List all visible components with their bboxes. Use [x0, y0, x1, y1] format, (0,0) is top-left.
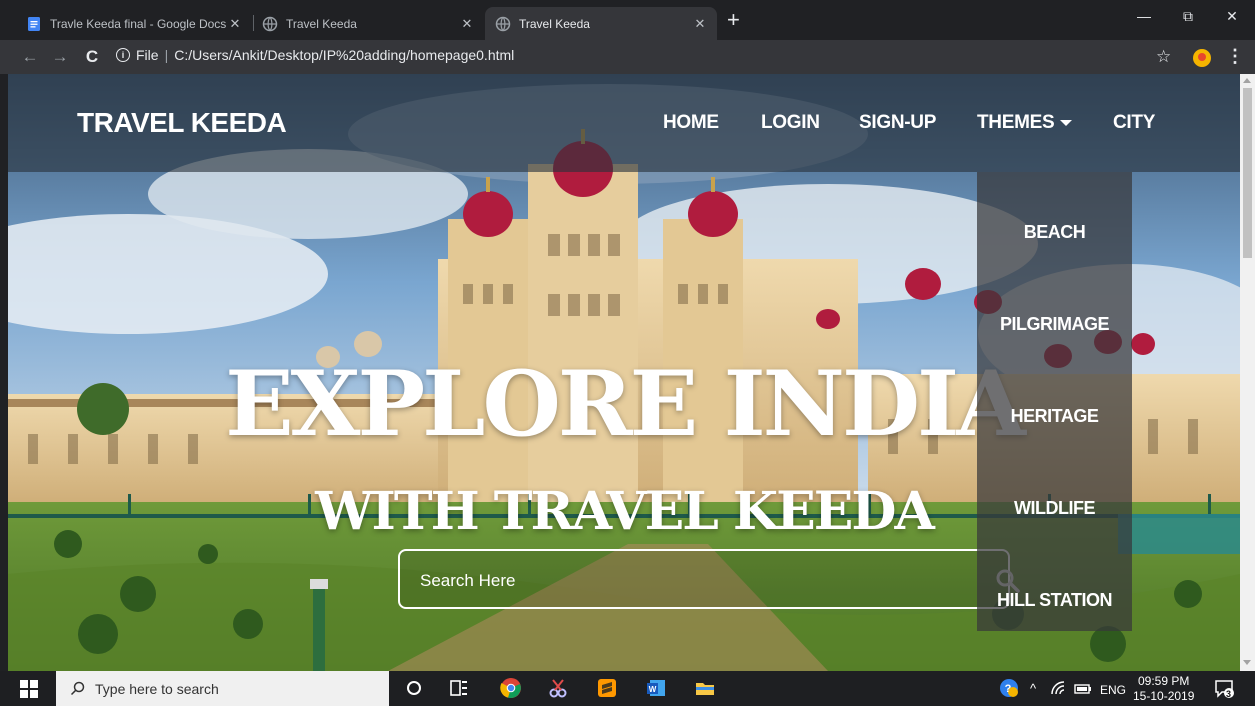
tray-chevron-icon[interactable]: ^ — [1030, 681, 1036, 696]
scrollbar-thumb[interactable] — [1243, 88, 1252, 258]
scroll-down-icon[interactable] — [1243, 660, 1251, 665]
site-navbar: TRAVEL KEEDA HOME LOGIN SIGN-UP THEMES C… — [8, 74, 1240, 172]
taskbar-search[interactable]: Type here to search — [56, 671, 389, 706]
tab-google-docs[interactable]: Travle Keeda final - Google Docs ✕ — [16, 7, 252, 40]
notification-count-badge: 3 — [1226, 689, 1232, 699]
cortana-icon[interactable] — [403, 677, 425, 699]
google-docs-icon — [28, 16, 40, 31]
taskbar-search-placeholder: Type here to search — [95, 680, 219, 697]
nav-login[interactable]: LOGIN — [761, 112, 820, 134]
nav-themes-label: THEMES — [977, 112, 1055, 133]
url-text: C:/Users/Ankit/Desktop/IP%20adding/homep… — [174, 47, 515, 63]
chrome-icon[interactable] — [500, 677, 522, 699]
scroll-up-icon[interactable] — [1243, 78, 1251, 83]
page-scrollbar[interactable] — [1240, 74, 1255, 671]
theme-item-heritage[interactable]: HERITAGE — [977, 406, 1132, 427]
theme-item-wildlife[interactable]: WILDLIFE — [977, 498, 1132, 519]
tab-title: Travel Keeda — [519, 16, 590, 31]
nav-home[interactable]: HOME — [663, 112, 719, 134]
tab-travel-keeda-1[interactable]: Travel Keeda ✕ — [252, 7, 484, 40]
nav-city[interactable]: CITY — [1113, 112, 1155, 134]
wifi-icon[interactable] — [1050, 680, 1068, 698]
windows-taskbar: Type here to search W ? ^ ENG 09:59 PM 1… — [0, 671, 1255, 706]
tab-title: Travel Keeda — [286, 16, 357, 31]
tab-title: Travle Keeda final - Google Docs — [50, 16, 226, 31]
caret-down-icon — [1060, 119, 1073, 126]
task-view-icon[interactable] — [448, 677, 470, 699]
theme-item-beach[interactable]: BEACH — [977, 222, 1132, 243]
close-tab-icon[interactable]: ✕ — [226, 16, 244, 32]
file-explorer-icon[interactable] — [694, 677, 716, 699]
forward-icon[interactable]: → — [50, 47, 70, 67]
theme-item-pilgrimage[interactable]: PILGRIMAGE — [977, 314, 1132, 335]
themes-dropdown-menu: BEACH PILGRIMAGE HERITAGE WILDLIFE HILL … — [977, 172, 1132, 631]
close-tab-icon[interactable]: ✕ — [691, 16, 709, 32]
taskbar-clock[interactable]: 09:59 PM 15-10-2019 — [1133, 674, 1194, 704]
search-box — [398, 549, 1020, 609]
help-icon[interactable]: ? — [998, 677, 1020, 699]
snipping-tool-icon[interactable] — [547, 677, 569, 699]
back-icon[interactable]: ← — [20, 47, 40, 67]
menu-icon[interactable]: ⋮ — [1226, 46, 1244, 67]
notification-icon[interactable] — [1213, 677, 1235, 699]
scheme-label: File — [136, 47, 159, 63]
minimize-icon[interactable]: — — [1132, 8, 1156, 24]
close-window-icon[interactable]: ✕ — [1220, 8, 1244, 25]
svg-text:W: W — [649, 685, 657, 694]
restore-icon[interactable]: ⧉ — [1176, 8, 1200, 25]
globe-icon — [495, 16, 511, 31]
address-divider: | — [164, 47, 169, 63]
search-icon — [70, 681, 85, 696]
new-tab-button[interactable]: + — [727, 9, 740, 31]
windows-start-icon[interactable] — [20, 680, 38, 698]
page-viewport: TRAVEL KEEDA HOME LOGIN SIGN-UP THEMES C… — [8, 74, 1240, 671]
address-bar[interactable]: i File | C:/Users/Ankit/Desktop/IP%20add… — [116, 47, 514, 63]
info-icon[interactable]: i — [116, 48, 130, 62]
site-brand-logo[interactable]: TRAVEL KEEDA — [77, 107, 287, 139]
sublime-text-icon[interactable] — [596, 677, 618, 699]
bookmark-star-icon[interactable]: ☆ — [1156, 47, 1171, 67]
battery-icon[interactable] — [1074, 680, 1092, 698]
tab-travel-keeda-active[interactable]: Travel Keeda ✕ — [485, 7, 717, 40]
nav-themes-dropdown[interactable]: THEMES — [977, 112, 1073, 134]
svg-text:?: ? — [1005, 683, 1012, 695]
browser-tab-strip: Travle Keeda final - Google Docs ✕ Trave… — [0, 0, 1255, 40]
globe-icon — [262, 16, 278, 31]
theme-item-hill-station[interactable]: HILL STATION — [977, 590, 1132, 611]
profile-avatar-icon[interactable] — [1193, 49, 1211, 67]
reload-icon[interactable]: C — [82, 47, 102, 67]
word-icon[interactable]: W — [645, 677, 667, 699]
clock-time: 09:59 PM — [1138, 674, 1190, 688]
browser-toolbar: ← → C i File | C:/Users/Ankit/Desktop/IP… — [0, 40, 1255, 74]
close-tab-icon[interactable]: ✕ — [458, 16, 476, 32]
language-indicator[interactable]: ENG — [1100, 683, 1126, 697]
clock-date: 15-10-2019 — [1133, 689, 1195, 703]
search-input[interactable] — [418, 565, 982, 597]
nav-signup[interactable]: SIGN-UP — [859, 112, 936, 134]
